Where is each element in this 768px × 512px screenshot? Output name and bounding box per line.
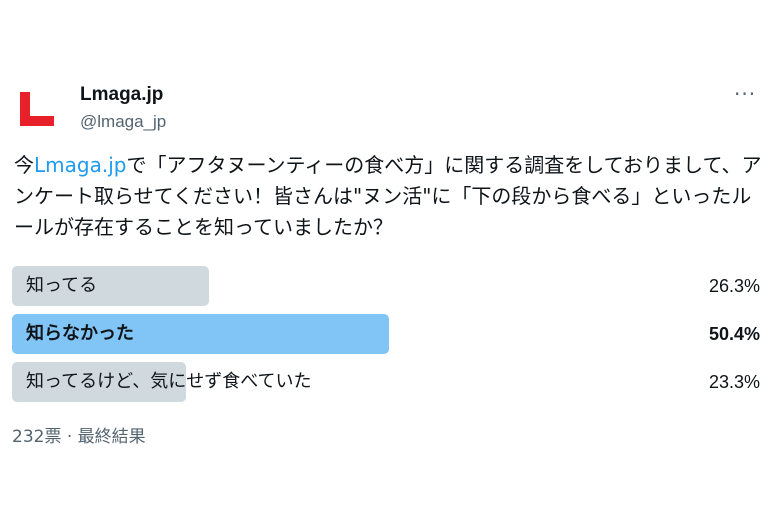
logo-stroke-horizontal [20, 116, 54, 126]
poll-option-2-percent: 50.4% [708, 324, 760, 344]
poll-option-1: 知ってる 26.3% [12, 266, 764, 306]
poll-option-1-label: 知ってる [26, 275, 98, 296]
poll-option-2: 知らなかった 50.4% [12, 314, 764, 354]
poll-option-1-percent: 26.3% [708, 276, 760, 296]
more-options-icon[interactable]: ··· [734, 84, 756, 104]
tweet-text: 今Lmaga.jpで「アフタヌーンティーの食べ方」に関する調査をしておりまして、… [14, 150, 762, 243]
lmaga-logo-icon[interactable] [14, 88, 58, 132]
tweet-text-part2: で「アフタヌーンティーの食べ方」に関する調査をしておりまして、アンケート取らせて… [14, 153, 762, 239]
tweet-link[interactable]: Lmaga.jp [34, 153, 126, 177]
poll-option-3: 知ってるけど、気にせず食べていた 23.3% [12, 362, 764, 402]
poll-option-3-percent: 23.3% [708, 372, 760, 392]
poll-option-3-label: 知ってるけど、気にせず食べていた [26, 371, 312, 392]
poll-option-2-label: 知らなかった [26, 323, 134, 344]
display-name[interactable]: Lmaga.jp [80, 84, 163, 106]
poll-footer: 232票 · 最終結果 [12, 427, 146, 447]
poll: 知ってる 26.3% 知らなかった 50.4% 知ってるけど、気にせず食べていた… [12, 266, 764, 410]
tweet-text-part1: 今 [14, 153, 34, 177]
user-handle[interactable]: @lmaga_jp [80, 112, 166, 132]
